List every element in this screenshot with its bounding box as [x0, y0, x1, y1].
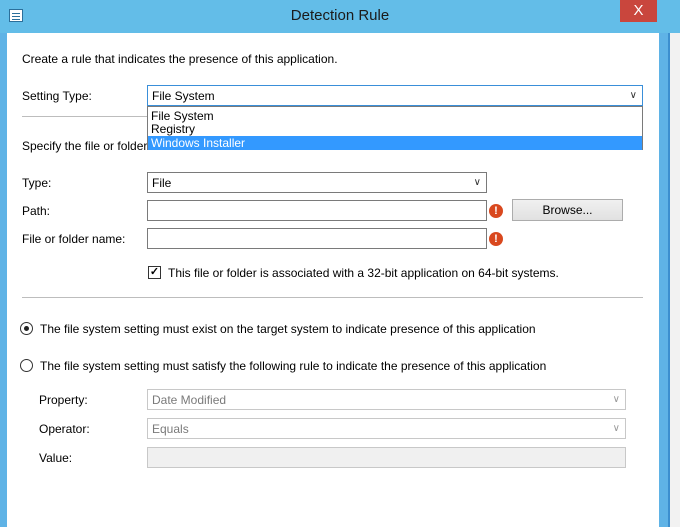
setting-type-label: Setting Type:	[22, 89, 92, 103]
specify-text: Specify the file or folder t	[22, 139, 155, 153]
type-label: Type:	[22, 176, 52, 190]
intro-text: Create a rule that indicates the presenc…	[22, 52, 338, 66]
chevron-down-icon: ∨	[612, 394, 620, 405]
chevron-down-icon: ∨	[473, 177, 481, 188]
is-32bit-label: This file or folder is associated with a…	[168, 266, 559, 280]
close-button[interactable]: X	[620, 0, 657, 22]
option-file-system[interactable]: File System	[148, 109, 642, 123]
radio-must-satisfy[interactable]	[20, 359, 33, 372]
type-value: File	[152, 176, 172, 190]
property-select[interactable]: Date Modified ∨	[147, 389, 626, 410]
window-title: Detection Rule	[290, 7, 390, 24]
radio-must-exist[interactable]	[20, 322, 33, 335]
setting-type-dropdown-list: File System Registry Windows Installer	[147, 106, 643, 150]
operator-select[interactable]: Equals ∨	[147, 418, 626, 439]
window-edge	[659, 33, 680, 527]
value-input[interactable]	[147, 447, 626, 468]
type-select[interactable]: File ∨	[147, 172, 487, 193]
setting-type-value: File System	[152, 89, 215, 103]
error-icon: !	[489, 204, 503, 218]
setting-type-select[interactable]: File System ∨	[147, 85, 643, 106]
error-icon: !	[489, 232, 503, 246]
chevron-down-icon: ∨	[629, 90, 637, 101]
title-bar: Detection Rule X	[0, 0, 680, 33]
path-label: Path:	[22, 204, 51, 218]
file-name-input[interactable]	[147, 228, 487, 249]
operator-value: Equals	[152, 422, 189, 436]
radio-must-exist-label: The file system setting must exist on th…	[40, 322, 536, 336]
chevron-down-icon: ∨	[612, 423, 620, 434]
path-input[interactable]	[147, 200, 487, 221]
property-label: Property:	[39, 393, 88, 407]
is-32bit-checkbox[interactable]: ✓	[148, 266, 161, 279]
name-label: File or folder name:	[22, 232, 126, 246]
radio-must-satisfy-label: The file system setting must satisfy the…	[40, 359, 547, 373]
option-registry[interactable]: Registry	[148, 122, 642, 136]
value-label: Value:	[39, 451, 73, 465]
browse-button[interactable]: Browse...	[512, 199, 623, 221]
property-value: Date Modified	[152, 393, 227, 407]
option-windows-installer[interactable]: Windows Installer	[148, 136, 642, 150]
operator-label: Operator:	[39, 422, 90, 436]
divider-middle	[22, 297, 643, 298]
